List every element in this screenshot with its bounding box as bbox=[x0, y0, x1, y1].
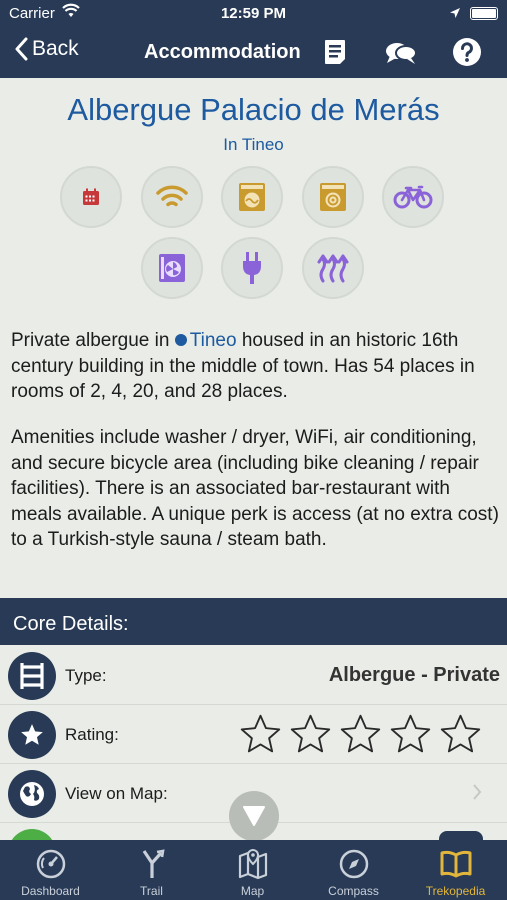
triangle-down-icon bbox=[243, 806, 265, 826]
tab-label: Dashboard bbox=[21, 884, 80, 898]
type-label: Type: bbox=[65, 666, 107, 685]
help-button[interactable] bbox=[452, 37, 482, 72]
navigation-bar: Back Accommodation bbox=[0, 28, 507, 78]
tab-dashboard[interactable]: Dashboard bbox=[0, 840, 101, 900]
tab-trail[interactable]: Trail bbox=[101, 840, 202, 900]
washer-icon bbox=[239, 183, 265, 211]
dryer-amenity[interactable] bbox=[302, 166, 364, 228]
rating-star-4[interactable] bbox=[388, 712, 433, 757]
tab-map[interactable]: Map bbox=[202, 840, 303, 900]
town-link-label: Tineo bbox=[189, 330, 237, 351]
air-conditioning-icon bbox=[159, 254, 185, 282]
description-paragraph-2: Amenities include washer / dryer, WiFi, … bbox=[11, 427, 499, 550]
back-button[interactable]: Back bbox=[14, 37, 79, 61]
green-badge-icon bbox=[8, 829, 56, 840]
rating-stars[interactable] bbox=[238, 712, 488, 757]
chevron-right-icon bbox=[472, 783, 482, 806]
comments-button[interactable] bbox=[384, 40, 418, 71]
heating-icon bbox=[317, 254, 349, 283]
chat-bubbles-icon bbox=[386, 43, 417, 64]
trail-sign-icon bbox=[142, 849, 165, 878]
bicycle-amenity[interactable] bbox=[382, 166, 444, 228]
tab-compass[interactable]: Compass bbox=[303, 840, 404, 900]
battery-icon bbox=[470, 7, 498, 20]
scroll-down-button[interactable] bbox=[229, 791, 279, 841]
bicycle-icon bbox=[393, 185, 433, 209]
status-bar: Carrier 12:59 PM bbox=[0, 0, 507, 28]
tab-trekopedia[interactable]: Trekopedia bbox=[404, 840, 507, 900]
view-on-map-label: View on Map: bbox=[65, 784, 168, 803]
map-icon bbox=[238, 848, 267, 880]
heating-amenity[interactable] bbox=[302, 237, 364, 299]
compass-icon bbox=[339, 849, 368, 879]
location-dot-icon bbox=[174, 334, 187, 346]
rating-star-3[interactable] bbox=[338, 712, 383, 757]
gauge-icon bbox=[36, 849, 65, 879]
calendar-icon bbox=[83, 188, 99, 205]
wifi-icon bbox=[156, 185, 188, 207]
chevron-left-icon bbox=[15, 37, 28, 61]
rating-star-2[interactable] bbox=[288, 712, 333, 757]
air-conditioning-amenity[interactable] bbox=[141, 237, 203, 299]
page-title: Accommodation bbox=[144, 41, 301, 63]
star-icon bbox=[8, 711, 56, 759]
place-name: Albergue Palacio de Merás bbox=[67, 92, 440, 127]
book-icon bbox=[440, 850, 471, 878]
washer-amenity[interactable] bbox=[221, 166, 283, 228]
calendar-amenity[interactable] bbox=[60, 166, 122, 228]
tab-label: Map bbox=[240, 884, 265, 898]
back-label: Back bbox=[32, 37, 79, 60]
dryer-icon bbox=[320, 183, 346, 211]
wifi-amenity[interactable] bbox=[141, 166, 203, 228]
globe-icon bbox=[8, 770, 56, 818]
bunk-bed-icon bbox=[8, 652, 56, 700]
core-details-header: Core Details: bbox=[0, 598, 507, 645]
content-area[interactable]: Albergue Palacio de Merás In Tineo Priva… bbox=[0, 78, 507, 840]
type-row: Type: Albergue - Private bbox=[0, 647, 507, 705]
description-paragraph-1: Private albergue in Tineo housed in an h… bbox=[11, 328, 499, 405]
location-arrow-icon bbox=[449, 6, 461, 23]
power-amenity[interactable] bbox=[221, 237, 283, 299]
power-plug-icon bbox=[243, 252, 261, 284]
tab-label: Trail bbox=[140, 884, 163, 898]
rating-row: Rating: bbox=[0, 706, 507, 764]
town-link[interactable]: Tineo bbox=[174, 330, 237, 351]
tab-label: Trekopedia bbox=[425, 884, 486, 898]
clock: 12:59 PM bbox=[220, 5, 287, 22]
rating-label: Rating: bbox=[65, 725, 119, 744]
help-icon bbox=[453, 38, 481, 66]
place-location: In Tineo bbox=[223, 135, 284, 154]
rating-star-1[interactable] bbox=[238, 712, 283, 757]
notes-icon bbox=[325, 40, 345, 64]
tab-label: Compass bbox=[328, 884, 379, 898]
description-text: Private albergue in bbox=[11, 330, 175, 351]
notes-button[interactable] bbox=[323, 38, 349, 71]
tab-bar: Dashboard Trail Map Compass Trekopedia bbox=[0, 840, 507, 900]
rating-star-5[interactable] bbox=[438, 712, 483, 757]
type-value: Albergue - Private bbox=[328, 664, 500, 686]
